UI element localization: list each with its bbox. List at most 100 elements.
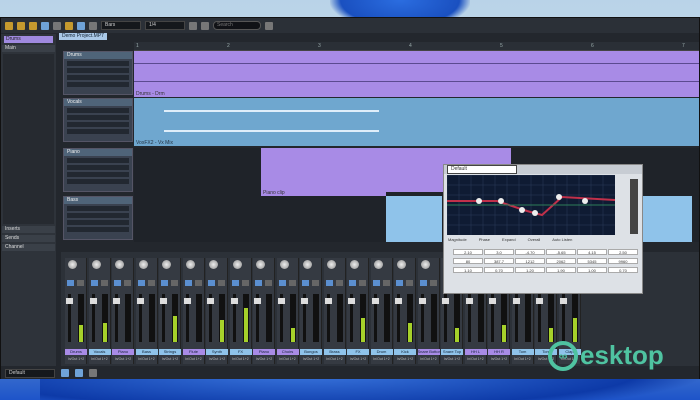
tools-icon[interactable]: [265, 21, 273, 30]
solo-button[interactable]: [359, 280, 366, 286]
channel-output[interactable]: In/Out 1+2: [136, 357, 158, 361]
inspector-channel-section[interactable]: Channel: [2, 244, 55, 251]
tool-icon[interactable]: [89, 369, 97, 377]
inspector-sends-section[interactable]: Sends: [2, 235, 55, 242]
pan-knob[interactable]: [162, 260, 171, 269]
open-icon[interactable]: [17, 21, 25, 30]
solo-button[interactable]: [288, 280, 296, 286]
search-input[interactable]: Search: [213, 21, 261, 30]
channel-name[interactable]: Piano: [253, 349, 275, 355]
gain-field[interactable]: 2.10: [453, 249, 483, 255]
pan-knob[interactable]: [138, 260, 148, 269]
channel-output[interactable]: In/Out 1+2: [112, 357, 134, 361]
channel-output[interactable]: In/Out 1+2: [347, 357, 369, 361]
channel-output[interactable]: In/Out 1+2: [371, 357, 393, 361]
channel-name[interactable]: Snare Top: [441, 349, 463, 355]
q-field[interactable]: 0.70: [484, 267, 514, 273]
audio-clip[interactable]: [386, 196, 442, 242]
pan-knob[interactable]: [91, 260, 101, 269]
channel-output[interactable]: In/Out 1+2: [277, 357, 299, 361]
pan-knob[interactable]: [397, 260, 406, 269]
pan-slider[interactable]: [67, 220, 129, 225]
solo-button[interactable]: [406, 280, 413, 286]
pan-knob[interactable]: [232, 260, 242, 269]
channel-name[interactable]: HH L: [464, 349, 487, 355]
track-buttons[interactable]: [67, 158, 129, 163]
fader-handle[interactable]: [183, 298, 191, 304]
eq-band-node[interactable]: [498, 198, 504, 204]
q-field[interactable]: 1.00: [577, 267, 607, 273]
pan-knob[interactable]: [115, 260, 124, 269]
monitor-button[interactable]: [67, 280, 74, 286]
solo-button[interactable]: [124, 280, 131, 286]
inspector-inserts-section[interactable]: Inserts: [2, 226, 55, 233]
monitor-button[interactable]: [90, 280, 98, 286]
solo-button[interactable]: [241, 280, 249, 286]
volume-slider[interactable]: [67, 213, 129, 218]
freq-field[interactable]: 1212: [515, 258, 545, 264]
channel-output[interactable]: In/Out 1+2: [488, 357, 510, 361]
gain-field[interactable]: 3.0: [484, 249, 514, 255]
eq-option[interactable]: Expand: [502, 237, 516, 242]
freq-field[interactable]: 9960: [608, 258, 638, 264]
pan-knob[interactable]: [256, 260, 265, 269]
fader-handle[interactable]: [230, 298, 238, 304]
monitor-button[interactable]: [349, 280, 356, 286]
monitor-button[interactable]: [396, 280, 403, 286]
track-name[interactable]: Drums: [64, 52, 132, 59]
fader-handle[interactable]: [371, 298, 379, 304]
track-header[interactable]: Bass: [63, 196, 133, 240]
eq-band-node[interactable]: [476, 198, 482, 204]
q-field[interactable]: 1.90: [546, 267, 576, 273]
monitor-button[interactable]: [255, 280, 262, 286]
freq-field[interactable]: 80: [453, 258, 483, 264]
track-header[interactable]: Piano: [63, 148, 133, 192]
eq-band-node[interactable]: [532, 210, 538, 216]
monitor-button[interactable]: [231, 280, 239, 286]
track-name[interactable]: Vocals: [64, 99, 132, 106]
arrow-tool-icon[interactable]: [53, 21, 61, 30]
pan-knob[interactable]: [373, 260, 383, 269]
insert-slot[interactable]: [67, 179, 129, 184]
gain-field[interactable]: -5.65: [546, 249, 576, 255]
new-icon[interactable]: [5, 21, 13, 30]
solo-button[interactable]: [171, 280, 178, 286]
monitor-button[interactable]: [372, 280, 380, 286]
solo-button[interactable]: [194, 280, 202, 286]
channel-output[interactable]: In/Out 1+2: [441, 357, 463, 361]
freq-field[interactable]: 2062: [546, 258, 576, 264]
eq-option[interactable]: Overall: [528, 237, 541, 242]
channel-name[interactable]: Brass: [323, 349, 346, 355]
timebase-select[interactable]: Bars: [101, 21, 141, 30]
solo-button[interactable]: [147, 280, 155, 286]
fader-handle[interactable]: [395, 298, 402, 304]
fader-handle[interactable]: [301, 298, 308, 304]
q-field[interactable]: 1.10: [453, 267, 483, 273]
folder-icon[interactable]: [29, 21, 37, 30]
solo-button[interactable]: [265, 280, 272, 286]
channel-name[interactable]: Choirs: [276, 349, 299, 355]
eq-preset-select[interactable]: Default: [447, 165, 517, 174]
gain-field[interactable]: -4.70: [515, 249, 545, 255]
pan-knob[interactable]: [68, 260, 77, 269]
eq-band-node[interactable]: [519, 207, 525, 213]
channel-name[interactable]: Bongos: [300, 349, 322, 355]
track-name[interactable]: Piano: [64, 149, 132, 156]
channel-name[interactable]: Drum: [370, 349, 393, 355]
gain-field[interactable]: 2.50: [608, 249, 638, 255]
channel-name[interactable]: HH R: [488, 349, 510, 355]
channel-name[interactable]: Synth: [206, 349, 228, 355]
eq-band-node[interactable]: [556, 194, 562, 200]
fader-handle[interactable]: [136, 298, 144, 304]
fader-handle[interactable]: [277, 298, 285, 304]
snap-icon[interactable]: [77, 21, 85, 30]
eq-option[interactable]: Phase: [479, 237, 490, 242]
inspector-main-section[interactable]: Main: [2, 45, 55, 52]
channel-name[interactable]: FX: [229, 349, 252, 355]
fader-handle[interactable]: [254, 298, 261, 304]
solo-button[interactable]: [77, 280, 84, 286]
monitor-button[interactable]: [184, 280, 192, 286]
solo-button[interactable]: [429, 280, 437, 286]
channel-name[interactable]: FX: [347, 349, 369, 355]
volume-slider[interactable]: [67, 68, 129, 73]
